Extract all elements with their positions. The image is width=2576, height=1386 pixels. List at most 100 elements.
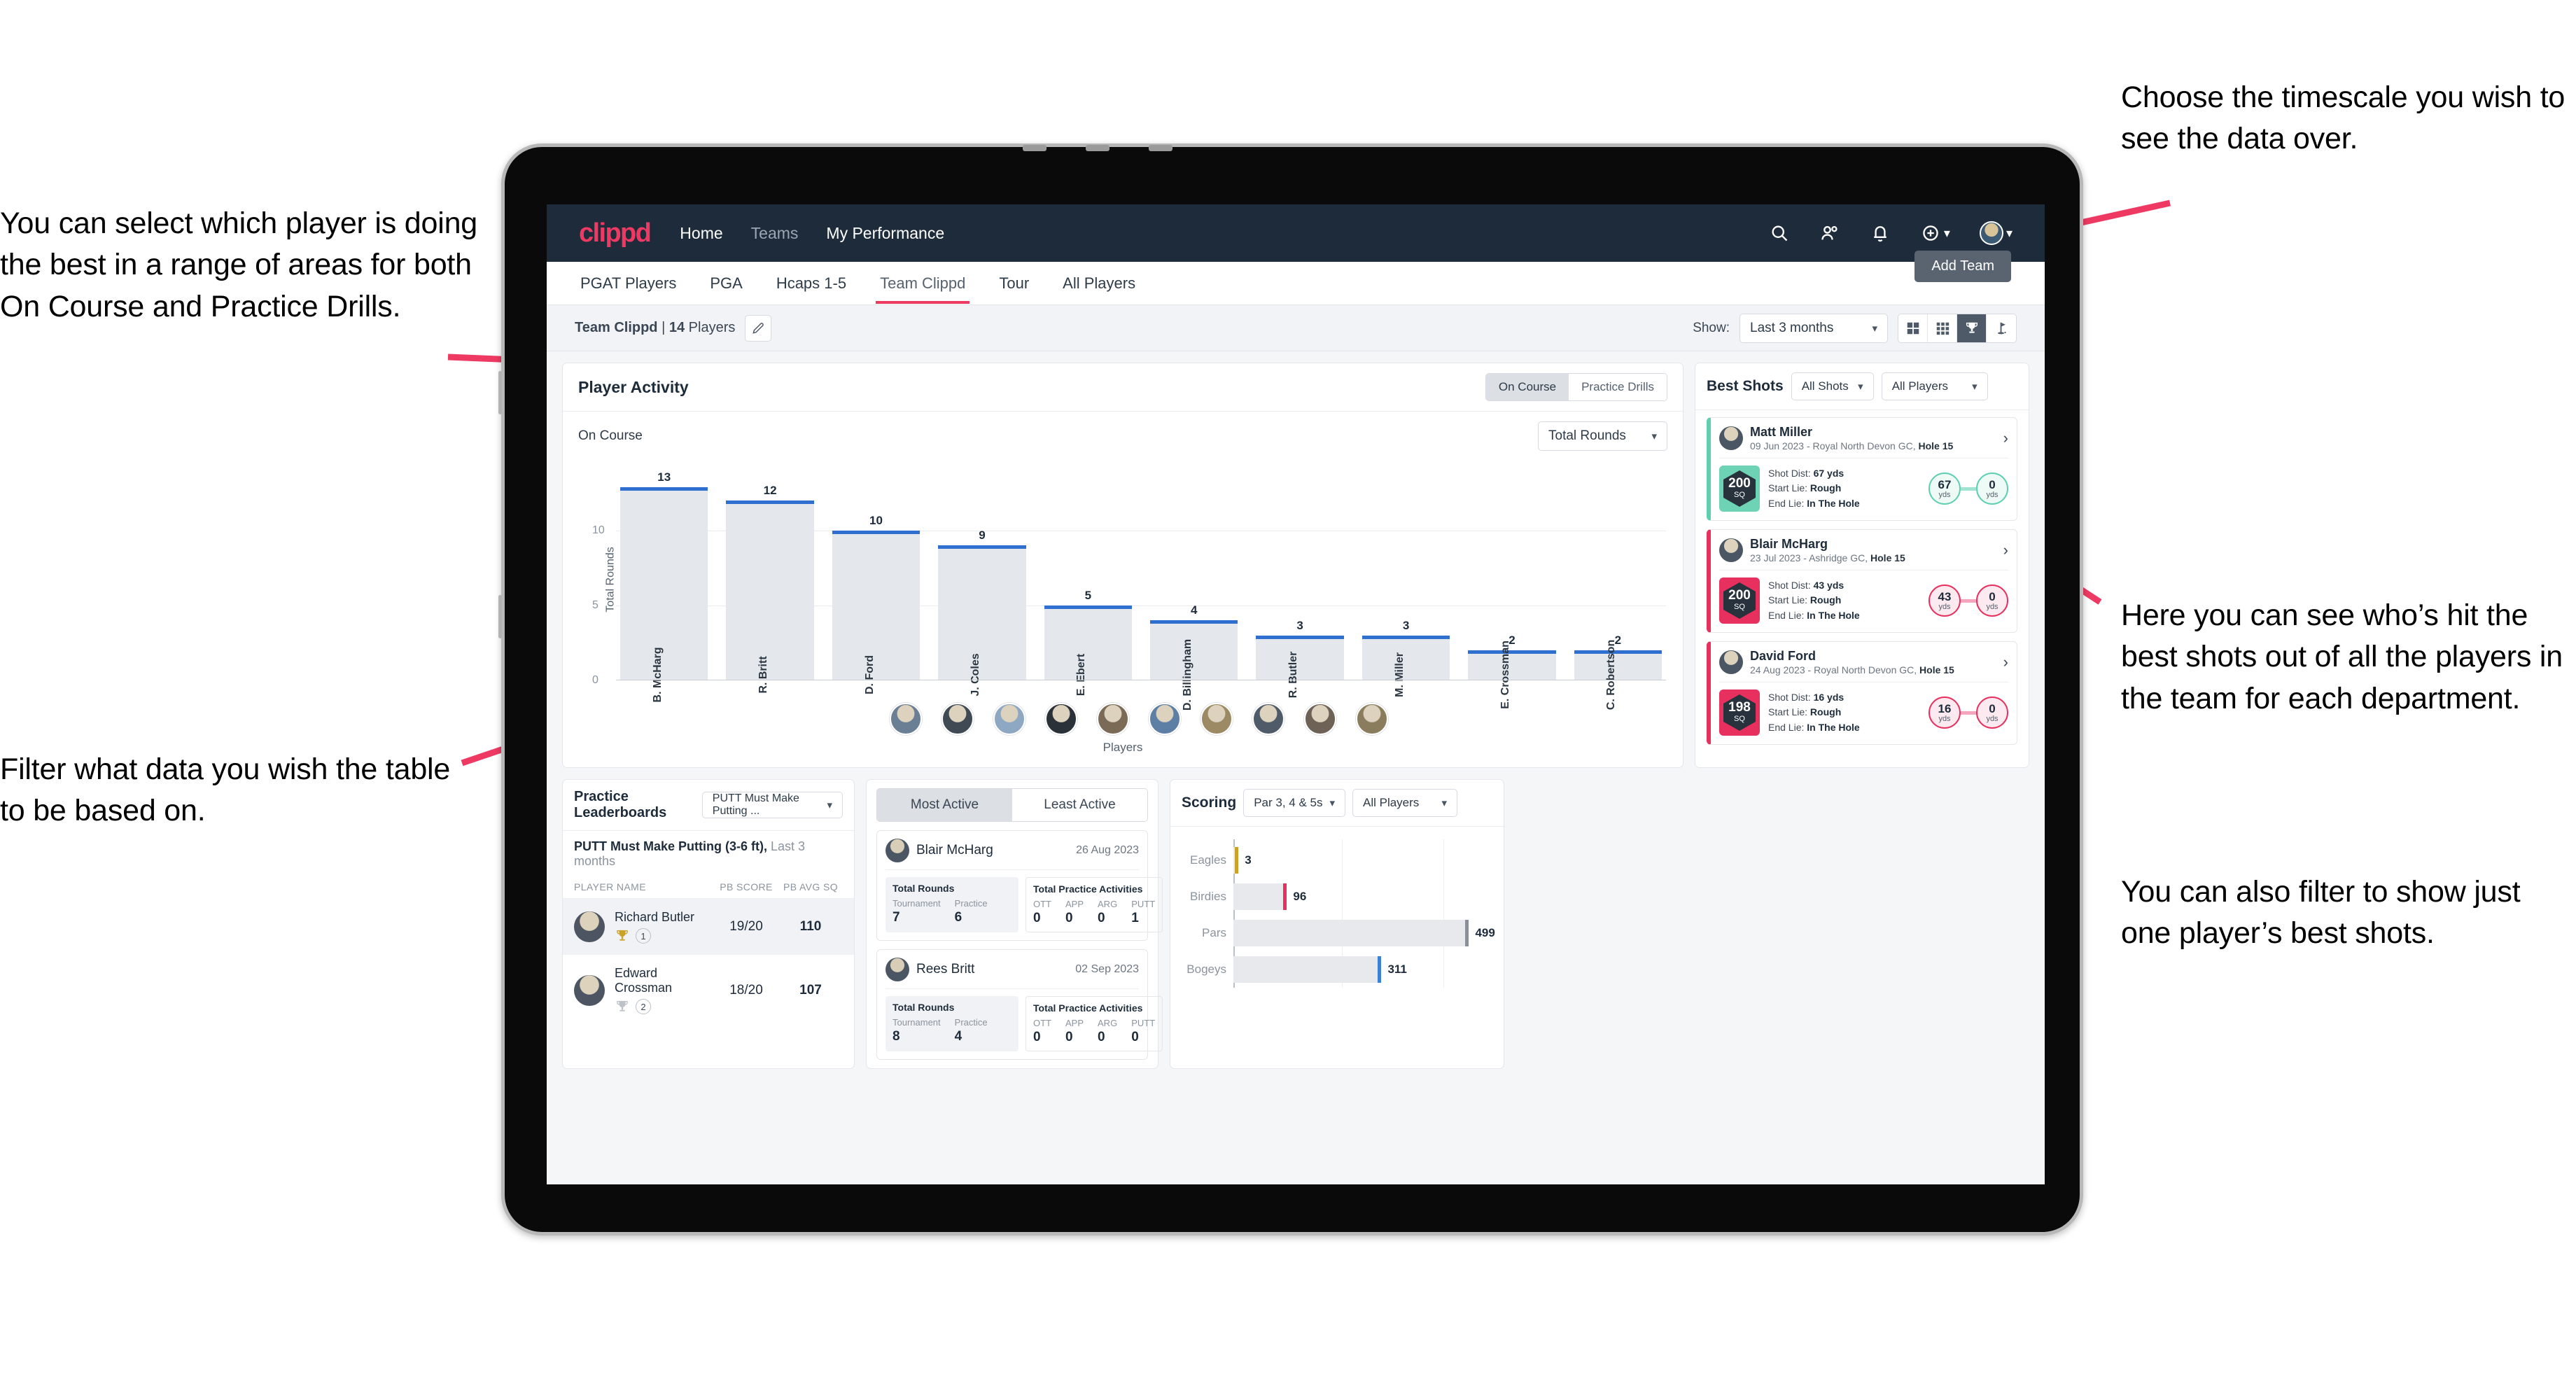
- tab-pgat-players[interactable]: PGAT Players: [579, 263, 678, 304]
- tab-team-clippd[interactable]: Team Clippd: [876, 263, 970, 304]
- best-shot-card[interactable]: Matt Miller 09 Jun 2023 - Royal North Dev…: [1707, 417, 2017, 521]
- nav-link-teams[interactable]: Teams: [751, 224, 799, 243]
- player-avatar[interactable]: [1304, 703, 1336, 735]
- scoring-bar-value: 3: [1245, 853, 1252, 867]
- player-avatar[interactable]: [1149, 703, 1181, 735]
- nav-link-home[interactable]: Home: [680, 224, 722, 243]
- tablet-button-1: [498, 371, 502, 414]
- pb-avg-cell: 107: [799, 982, 822, 997]
- timescale-select[interactable]: Last 3 months ▾: [1740, 313, 1888, 343]
- bar-category-label: J. Coles: [969, 653, 981, 696]
- player-avatar[interactable]: [1045, 703, 1077, 735]
- show-label: Show:: [1693, 320, 1730, 335]
- chevron-right-icon[interactable]: ›: [2003, 541, 2008, 559]
- flag-icon[interactable]: [1987, 314, 2016, 342]
- player-avatar[interactable]: [1097, 703, 1129, 735]
- bar: J. Coles: [938, 545, 1026, 696]
- end-lie-value: In The Hole: [1807, 497, 1860, 509]
- chevron-down-icon: ▾: [1972, 381, 1977, 393]
- start-lie-label: Start Lie:: [1768, 482, 1808, 494]
- scoring-bar-fill: [1233, 920, 1466, 946]
- bar: E. Crossman: [1468, 640, 1556, 709]
- bar-column[interactable]: 12 R. Britt: [726, 470, 814, 694]
- players-word: Players: [688, 320, 736, 335]
- shot-course: Ashridge GC,: [1809, 552, 1868, 564]
- drill-value: PUTT Must Make Putting ...: [712, 792, 799, 817]
- best-shots-card: Best Shots All Shots ▾ All Players ▾ Mat…: [1695, 363, 2029, 768]
- player-avatar[interactable]: [941, 703, 974, 735]
- start-lie-value: Rough: [1809, 482, 1842, 494]
- people-icon[interactable]: [1819, 223, 1840, 244]
- clippd-logo[interactable]: clippd: [579, 218, 652, 248]
- grid-large-icon[interactable]: [1898, 314, 1928, 342]
- player-avatar[interactable]: [1356, 703, 1388, 735]
- avatar: [574, 974, 605, 1006]
- shot-body: 200 SQ Shot Dist: 43 yds Start Lie: Rough En…: [1719, 578, 2008, 624]
- tab-pga[interactable]: PGA: [708, 263, 743, 304]
- tablet-camera: [1023, 145, 1046, 151]
- bar-column[interactable]: 3 M. Miller: [1362, 470, 1450, 697]
- player-avatar[interactable]: [993, 703, 1026, 735]
- tab-hcaps-1-5[interactable]: Hcaps 1-5: [775, 263, 848, 304]
- player-avatar[interactable]: [890, 703, 922, 735]
- search-icon[interactable]: [1769, 223, 1790, 244]
- bar-column[interactable]: 2 E. Crossman: [1468, 470, 1556, 709]
- player-avatar[interactable]: [1252, 703, 1284, 735]
- bar-column[interactable]: 3 R. Butler: [1256, 470, 1344, 698]
- chevron-right-icon[interactable]: ›: [2003, 653, 2008, 671]
- best-shots-shot-filter[interactable]: All Shots ▾: [1791, 372, 1874, 400]
- add-team-button[interactable]: Add Team: [1914, 251, 2011, 282]
- tab-most-active[interactable]: Most Active: [877, 789, 1012, 821]
- end-lie-label: End Lie:: [1768, 497, 1805, 509]
- segment-practice-drills[interactable]: Practice Drills: [1569, 374, 1667, 400]
- leaderboard-rows: Richard Butler 1 19/20 110 Edward Crossman 2 1…: [563, 899, 854, 1026]
- bar-column[interactable]: 10 D. Ford: [832, 470, 920, 694]
- segment-on-course[interactable]: On Course: [1485, 374, 1569, 400]
- shot-date: 09 Jun 2023: [1750, 440, 1805, 451]
- app-navbar: clippd Home Teams My Performance ▾ ▾: [547, 204, 2045, 262]
- add-menu[interactable]: ▾: [1920, 223, 1950, 244]
- table-row[interactable]: Richard Butler 1 19/20 110: [563, 899, 854, 955]
- trophy-icon[interactable]: [1957, 314, 1987, 342]
- list-item[interactable]: Blair McHarg 26 Aug 2023 Total Rounds Tourn…: [876, 830, 1163, 941]
- tab-all-players[interactable]: All Players: [1061, 263, 1137, 304]
- grid-small-icon[interactable]: [1928, 314, 1957, 342]
- timescale-value: Last 3 months: [1750, 320, 1834, 335]
- chevron-right-icon[interactable]: ›: [2003, 429, 2008, 447]
- best-shots-player-filter[interactable]: All Players ▾: [1881, 372, 1988, 400]
- start-unit: yds: [1938, 490, 1951, 499]
- list-item[interactable]: Rees Britt 02 Sep 2023 Total Rounds Tournam…: [876, 949, 1163, 1060]
- plus-circle-icon[interactable]: [1920, 223, 1941, 244]
- bar-column[interactable]: 4 D. Billingham: [1150, 470, 1238, 710]
- scoring-bar-label: Birdies: [1190, 890, 1226, 903]
- bar-category-label: D. Billingham: [1181, 638, 1194, 711]
- bell-icon[interactable]: [1870, 223, 1891, 244]
- shot-dist-label: Shot Dist:: [1768, 468, 1811, 479]
- best-shot-card[interactable]: David Ford 24 Aug 2023 - Royal North Devo…: [1707, 641, 2017, 745]
- bar-column[interactable]: 13 B. McHarg: [620, 470, 708, 703]
- bar-column[interactable]: 2 C. Robertson: [1574, 470, 1662, 710]
- scoring-par-filter[interactable]: Par 3, 4 & 5s ▾: [1243, 789, 1345, 817]
- avatar[interactable]: [1979, 221, 2003, 245]
- tab-least-active[interactable]: Least Active: [1012, 789, 1147, 821]
- profile-menu[interactable]: ▾: [1979, 221, 2012, 245]
- table-row[interactable]: Edward Crossman 2 18/20 107: [563, 955, 854, 1026]
- annotation-right-bottom: You can also filter to show just one pla…: [2121, 875, 2521, 951]
- player-activity-header: Player Activity On Course Practice Drill…: [563, 363, 1683, 411]
- nav-link-my-performance[interactable]: My Performance: [826, 224, 944, 243]
- bar-column[interactable]: 9 J. Coles: [938, 470, 1026, 696]
- total-practice-box: Total Practice Activities OTT 0 APP 0 ARG 0 PUT…: [1026, 877, 1163, 932]
- chevron-down-icon: ▾: [1329, 797, 1335, 809]
- bar-column[interactable]: 5 E. Ebert: [1044, 470, 1133, 696]
- player-badges: 1: [615, 928, 714, 944]
- edit-team-button[interactable]: [745, 314, 772, 342]
- drill-select[interactable]: PUTT Must Make Putting ... ▾: [701, 792, 843, 818]
- total-practice-title: Total Practice Activities: [1033, 883, 1143, 895]
- player-avatar[interactable]: [1200, 703, 1233, 735]
- start-unit: yds: [1938, 602, 1951, 611]
- metric-select[interactable]: Total Rounds ▾: [1538, 421, 1667, 451]
- scoring-player-filter[interactable]: All Players ▾: [1352, 789, 1457, 817]
- avatar: [886, 958, 909, 981]
- tab-tour[interactable]: Tour: [997, 263, 1030, 304]
- best-shot-card[interactable]: Blair McHarg 23 Jul 2023 - Ashridge GC, H…: [1707, 529, 2017, 633]
